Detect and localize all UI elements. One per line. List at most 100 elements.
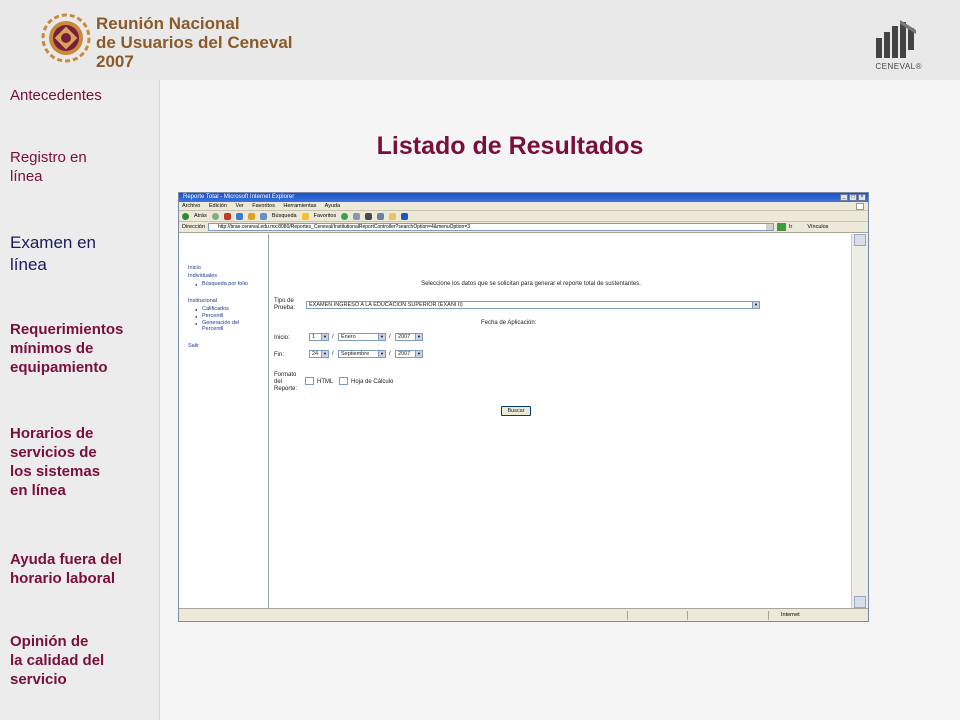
fin-day-select[interactable]: 24 ▼: [309, 350, 329, 358]
nav-link-institucional[interactable]: Institucional: [188, 298, 217, 304]
tipo-prueba-select[interactable]: EXAMEN INGRESO A LA EDUCACIÓN SUPERIOR (…: [306, 301, 760, 309]
close-icon[interactable]: ×: [858, 194, 866, 201]
event-logo-icon: [41, 13, 91, 63]
stop-icon[interactable]: [223, 212, 231, 220]
ceneval-brand: CENEVAL®: [875, 62, 922, 71]
date-separator: /: [332, 334, 334, 340]
back-button[interactable]: Atrás: [194, 211, 207, 222]
date-separator: /: [389, 351, 391, 357]
edit-icon[interactable]: [377, 212, 385, 220]
minimize-icon[interactable]: _: [840, 194, 848, 201]
fin-year-select[interactable]: 2007 ▼: [395, 350, 423, 358]
nav-link-busqueda-folio[interactable]: Búsqueda por folio: [195, 281, 248, 287]
sidebar-item-label: Opinión de: [10, 633, 89, 650]
header-banner: Reunión Nacional de Usuarios del Ceneval…: [0, 0, 960, 80]
sidebar-item-requerimientos[interactable]: Requerimientos mínimos de equipamiento: [10, 320, 155, 377]
refresh-icon[interactable]: [235, 212, 243, 220]
sidebar-item-ayuda[interactable]: Ayuda fuera del horario laboral: [10, 550, 155, 588]
select-value: Septiembre: [341, 351, 370, 357]
event-title-line: de Usuarios del Ceneval: [96, 33, 293, 52]
chevron-down-icon[interactable]: ▼: [752, 302, 759, 308]
label-line: Prueba:: [274, 305, 296, 311]
menu-favoritos[interactable]: Favoritos: [252, 203, 275, 209]
chevron-down-icon[interactable]: ▼: [321, 351, 328, 357]
chevron-down-icon[interactable]: ▼: [321, 334, 328, 340]
inicio-month-select[interactable]: Enero ▼: [338, 333, 386, 341]
nav-link-generacion-percentil[interactable]: Generación del Percentil: [195, 320, 239, 332]
print-icon[interactable]: [365, 212, 373, 220]
buscar-button[interactable]: Buscar: [501, 406, 531, 416]
nav-link-inicio[interactable]: Inicio: [188, 265, 201, 271]
nav-link-percentil[interactable]: Percentil: [195, 313, 224, 319]
vertical-scrollbar[interactable]: [851, 234, 868, 608]
select-value: 24: [312, 351, 319, 357]
label-line: Tipo de: [274, 298, 294, 304]
select-value: 1: [312, 334, 316, 340]
scroll-down-icon[interactable]: [854, 596, 866, 608]
tipo-prueba-label: Tipo de Prueba:: [274, 298, 295, 312]
report-nav: Inicio Individuales Búsqueda por folio I…: [185, 234, 269, 608]
favorites-star-icon[interactable]: [301, 212, 309, 220]
browser-page: Inicio Individuales Búsqueda por folio I…: [179, 234, 851, 608]
sidebar-item-registro[interactable]: Registro en línea: [10, 148, 155, 186]
fin-month-select[interactable]: Septiembre ▼: [338, 350, 386, 358]
chevron-down-icon[interactable]: ▼: [415, 334, 422, 340]
menu-ayuda[interactable]: Ayuda: [325, 203, 341, 209]
form-instructions: Seleccione los datos que se solicitan pa…: [421, 281, 641, 287]
go-arrow-icon[interactable]: [776, 223, 786, 231]
sidebar-item-antecedentes[interactable]: Antecedentes: [10, 86, 155, 105]
security-zone: Internet: [768, 611, 848, 620]
html-radio[interactable]: [305, 377, 314, 385]
sidebar-item-label: Requerimientos: [10, 321, 124, 338]
maximize-icon[interactable]: □: [849, 194, 857, 201]
fin-label: Fin:: [274, 352, 285, 358]
status-divider: [687, 611, 688, 620]
chevron-down-icon[interactable]: [765, 224, 773, 230]
hoja-calculo-radio[interactable]: [339, 377, 348, 385]
formato-label: Formato del Reporte:: [274, 372, 297, 393]
menu-ver[interactable]: Ver: [235, 203, 243, 209]
menu-herramientas[interactable]: Herramientas: [283, 203, 316, 209]
nav-link-salir[interactable]: Salir: [188, 343, 199, 349]
inicio-day-select[interactable]: 1 ▼: [309, 333, 329, 341]
sidebar-item-label: horario laboral: [10, 570, 116, 587]
messenger-icon[interactable]: [401, 212, 409, 220]
chevron-down-icon[interactable]: ▼: [378, 351, 385, 357]
sidebar-item-label: la calidad del: [10, 652, 105, 669]
back-arrow-icon[interactable]: [182, 212, 189, 220]
mail-icon[interactable]: [353, 212, 361, 220]
search-button[interactable]: Búsqueda: [272, 211, 297, 222]
label-line: Reporte:: [274, 386, 298, 392]
date-separator: /: [332, 351, 334, 357]
sidebar-menu: Antecedentes Registro en línea Examen en…: [0, 80, 160, 720]
address-input[interactable]: http://brae.ceneval.edu.mx:8080/Reportes…: [207, 223, 774, 231]
chevron-down-icon[interactable]: ▼: [378, 334, 385, 340]
inicio-year-select[interactable]: 2007 ▼: [395, 333, 423, 341]
chevron-down-icon[interactable]: ▼: [415, 351, 422, 357]
folder-icon[interactable]: [389, 212, 397, 220]
sidebar-item-opinion[interactable]: Opinión de la calidad del servicio: [10, 632, 155, 689]
nav-link-individuales[interactable]: Individuales: [188, 273, 217, 279]
forward-arrow-icon[interactable]: [211, 212, 219, 220]
sidebar-item-horarios[interactable]: Horarios de servicios de los sistemas en…: [10, 424, 155, 500]
browser-status-bar: Internet: [179, 608, 868, 621]
links-button[interactable]: Vínculos: [807, 222, 828, 233]
browser-window-title: Reporte Total - Microsoft Internet Explo…: [183, 194, 295, 200]
menu-archivo[interactable]: Archivo: [182, 203, 200, 209]
home-icon[interactable]: [247, 212, 255, 220]
search-icon[interactable]: [259, 212, 267, 220]
sidebar-item-label: equipamiento: [10, 359, 108, 376]
sidebar-item-label: Horarios de: [10, 425, 94, 442]
browser-toolbar: Atrás Búsqueda Favoritos: [179, 211, 868, 222]
sidebar-item-examen[interactable]: Examen en línea: [10, 232, 155, 276]
history-icon[interactable]: [341, 212, 349, 220]
sidebar-item-label: servicios de: [10, 444, 97, 461]
nav-link-calificados[interactable]: Calificados: [195, 306, 229, 312]
browser-menu-bar: Archivo Edición Ver Favoritos Herramient…: [179, 202, 868, 211]
event-title-line: Reunión Nacional: [96, 14, 240, 33]
scroll-up-icon[interactable]: [854, 234, 866, 246]
window-controls: _ □ ×: [840, 194, 866, 201]
favorites-button[interactable]: Favoritos: [314, 211, 337, 222]
go-button[interactable]: Ir: [789, 222, 792, 233]
menu-edicion[interactable]: Edición: [209, 203, 227, 209]
